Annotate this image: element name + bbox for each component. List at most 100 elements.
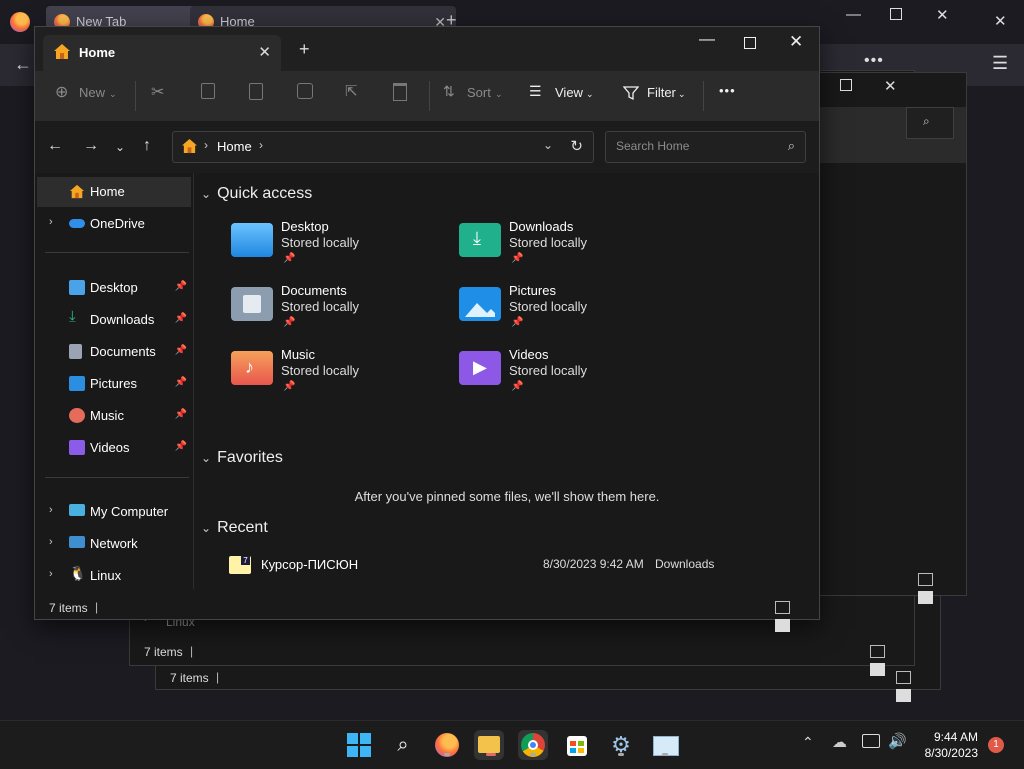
tiles-view-icon[interactable]: [870, 663, 885, 676]
sidebar-item-documents[interactable]: Documents 📌: [37, 337, 191, 367]
close-tab-icon[interactable]: ✕: [258, 43, 271, 61]
quick-access-tile-pictures[interactable]: Pictures Stored locally 📌: [459, 283, 679, 339]
section-header-recent[interactable]: ⌄ Recent: [201, 519, 268, 537]
firefox-icon[interactable]: [10, 12, 30, 32]
new-icon[interactable]: ⊕: [55, 82, 68, 102]
cut-icon[interactable]: ✂: [151, 82, 164, 102]
address-dropdown-icon[interactable]: ⌄: [543, 138, 553, 152]
sort-button[interactable]: Sort: [467, 85, 491, 100]
forward-arrow-icon[interactable]: →: [83, 137, 99, 155]
sidebar-item-music[interactable]: Music 📌: [37, 401, 191, 431]
details-view-icon[interactable]: [775, 601, 790, 614]
search-icon[interactable]: ⌕: [388, 730, 418, 760]
sidebar-item-desktop[interactable]: Desktop 📌: [37, 273, 191, 303]
onedrive-offline-icon[interactable]: ☁: [832, 733, 847, 751]
more-options-icon[interactable]: •••: [719, 83, 736, 98]
minimize-icon[interactable]: —: [699, 31, 715, 49]
collapse-chevron-icon[interactable]: ⌄: [201, 451, 211, 465]
tray-overflow-chevron-icon[interactable]: ⌃: [802, 734, 814, 751]
search-box[interactable]: ⌕: [605, 131, 806, 163]
refresh-icon[interactable]: ↻: [570, 137, 583, 155]
view-toggle[interactable]: [896, 671, 932, 702]
breadcrumb-home[interactable]: Home: [217, 139, 252, 154]
back-arrow-icon[interactable]: ←: [14, 54, 32, 75]
view-toggle[interactable]: [918, 573, 954, 604]
up-arrow-icon[interactable]: ↑: [143, 137, 151, 155]
filter-button[interactable]: Filter: [647, 85, 676, 100]
new-button[interactable]: New: [79, 85, 105, 100]
sidebar-item-my-computer[interactable]: › My Computer: [37, 497, 191, 527]
expand-chevron-icon[interactable]: ›: [49, 216, 53, 228]
share-icon[interactable]: ⇱: [345, 82, 358, 100]
sidebar-item-onedrive[interactable]: › OneDrive: [37, 209, 191, 239]
close-window-icon[interactable]: ✕: [994, 12, 1007, 30]
minimize-icon[interactable]: —: [846, 6, 861, 23]
quick-access-tile-documents[interactable]: Documents Stored locally 📌: [231, 283, 451, 339]
sidebar-item-videos[interactable]: Videos 📌: [37, 433, 191, 463]
sort-icon[interactable]: ⇅: [443, 83, 455, 100]
file-explorer-taskbar-button[interactable]: [474, 730, 504, 760]
pin-icon[interactable]: 📌: [175, 281, 187, 292]
maximize-icon[interactable]: [890, 8, 902, 20]
filter-icon[interactable]: [623, 85, 639, 101]
recent-locations-chevron-icon[interactable]: ⌄: [115, 140, 125, 154]
chrome-taskbar-button[interactable]: [518, 730, 548, 760]
expand-chevron-icon[interactable]: ›: [49, 536, 53, 548]
quick-access-tile-downloads[interactable]: ⤓ Downloads Stored locally 📌: [459, 219, 679, 275]
tiles-view-icon[interactable]: [918, 591, 933, 604]
volume-icon[interactable]: 🔊: [888, 732, 907, 750]
overflow-icon[interactable]: •••: [864, 52, 884, 70]
search-input[interactable]: [614, 138, 778, 154]
quick-access-tile-desktop[interactable]: Desktop Stored locally 📌: [231, 219, 451, 275]
sidebar-item-home[interactable]: Home: [37, 177, 191, 207]
quick-access-tile-videos[interactable]: ▶ Videos Stored locally 📌: [459, 347, 679, 403]
firefox-taskbar-button[interactable]: [432, 730, 462, 760]
view-icon[interactable]: ☰: [529, 83, 542, 100]
resource-monitor-taskbar-button[interactable]: [650, 730, 680, 760]
breadcrumb-chevron-icon[interactable]: ›: [259, 138, 263, 152]
sidebar-item-downloads[interactable]: ⤓ Downloads 📌: [37, 305, 191, 335]
store-taskbar-button[interactable]: [562, 730, 592, 760]
search-input[interactable]: ⌕: [906, 107, 954, 139]
details-view-icon[interactable]: [870, 645, 885, 658]
close-icon[interactable]: ✕: [936, 6, 949, 24]
start-button[interactable]: [344, 730, 374, 760]
network-icon[interactable]: [862, 734, 880, 748]
paste-icon[interactable]: [249, 83, 263, 100]
maximize-icon[interactable]: [840, 79, 852, 91]
tiles-view-icon[interactable]: [896, 689, 911, 702]
details-view-icon[interactable]: [896, 671, 911, 684]
view-toggle[interactable]: [870, 645, 906, 676]
pin-icon[interactable]: 📌: [175, 409, 187, 420]
notification-badge[interactable]: 1: [988, 737, 1004, 753]
collapse-chevron-icon[interactable]: ⌄: [201, 521, 211, 535]
expand-chevron-icon[interactable]: ›: [49, 568, 53, 580]
quick-access-tile-music[interactable]: ♪ Music Stored locally 📌: [231, 347, 451, 403]
copy-icon[interactable]: [201, 83, 215, 99]
delete-icon[interactable]: [393, 83, 407, 101]
search-icon[interactable]: ⌕: [788, 138, 795, 154]
details-view-icon[interactable]: [918, 573, 933, 586]
pin-icon[interactable]: 📌: [175, 377, 187, 388]
rename-icon[interactable]: [297, 83, 313, 99]
sidebar-item-network[interactable]: › Network: [37, 529, 191, 559]
section-header-favorites[interactable]: ⌄ Favorites: [201, 449, 283, 467]
close-icon[interactable]: ✕: [884, 77, 897, 95]
sidebar-item-linux[interactable]: › 🐧 Linux: [37, 561, 191, 591]
view-button[interactable]: View: [555, 85, 583, 100]
tiles-view-icon[interactable]: [775, 619, 790, 632]
pin-icon[interactable]: 📌: [175, 345, 187, 356]
settings-gear-icon[interactable]: ⚙: [606, 730, 636, 760]
pin-icon[interactable]: 📌: [175, 441, 187, 452]
address-bar[interactable]: › Home › ⌄ ↻: [172, 131, 594, 163]
sidebar-item-pictures[interactable]: Pictures 📌: [37, 369, 191, 399]
recent-file-row[interactable]: 7 Курсор-ПИСЮН 8/30/2023 9:42 AM Downloa…: [225, 556, 815, 578]
collapse-chevron-icon[interactable]: ⌄: [201, 187, 211, 201]
system-clock[interactable]: 9:44 AM 8/30/2023: [925, 729, 978, 761]
maximize-icon[interactable]: [744, 37, 756, 49]
section-header-quick-access[interactable]: ⌄ Quick access: [201, 185, 312, 203]
menu-icon[interactable]: ☰: [992, 53, 1008, 74]
tab-home[interactable]: Home ✕: [43, 35, 281, 71]
view-toggle[interactable]: [775, 601, 811, 632]
close-icon[interactable]: ✕: [789, 32, 803, 52]
